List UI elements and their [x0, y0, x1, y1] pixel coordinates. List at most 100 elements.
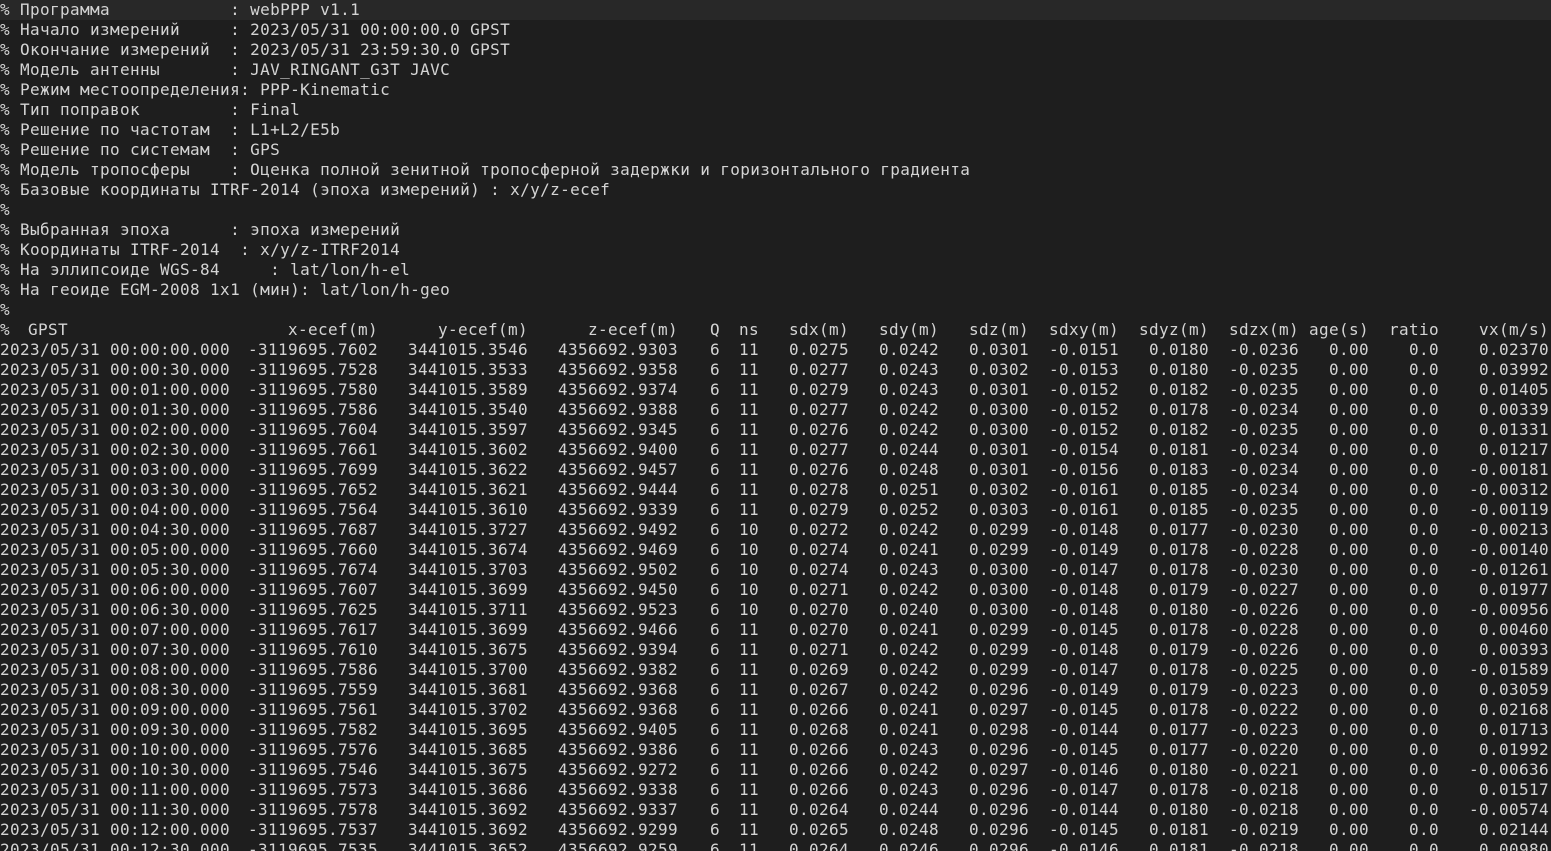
table-cell: 0.0: [1408, 640, 1439, 659]
table-cell: 0.00980: [1478, 840, 1549, 851]
table-cell: 0.0: [1408, 500, 1439, 519]
table-cell: -3119695.7559: [247, 680, 378, 699]
table-cell: -0.0148: [1048, 640, 1119, 659]
table-cell: -0.0227: [1228, 580, 1299, 599]
table-cell: -0.0152: [1048, 400, 1119, 419]
table-cell: 2023/05/31 00:11:00.000: [0, 780, 231, 799]
table-cell: -0.0235: [1228, 420, 1299, 439]
table-cell: 6: [709, 760, 720, 779]
table-cell: 6: [709, 540, 720, 559]
table-cell: 11: [738, 440, 759, 459]
table-cell: 3441015.3675: [407, 760, 528, 779]
table-cell: 0.00: [1328, 640, 1369, 659]
table-cell: -0.0230: [1228, 560, 1299, 579]
table-cell: 11: [738, 820, 759, 839]
column-header: sdy(m): [878, 320, 939, 339]
header-line: %: [0, 300, 11, 319]
table-row: 2023/05/31 00:07:30.000 -3119695.7610 3441…: [0, 640, 1551, 660]
table-cell: -3119695.7576: [247, 740, 378, 759]
header-line: % Решение по системам : GPS: [0, 140, 281, 159]
column-header: Q: [709, 320, 720, 339]
table-cell: -0.0145: [1048, 620, 1119, 639]
header-line: % Выбранная эпоха : эпоха измерений: [0, 220, 401, 239]
table-cell: 0.00: [1328, 540, 1369, 559]
table-cell: 6: [709, 380, 720, 399]
table-cell: 0.0: [1408, 760, 1439, 779]
header-line: % Модель тропосферы : Оценка полной зени…: [0, 160, 971, 179]
table-cell: 2023/05/31 00:04:00.000: [0, 500, 231, 519]
table-cell: -0.0218: [1228, 840, 1299, 851]
table-cell: 4356692.9337: [557, 800, 678, 819]
table-cell: 0.0185: [1148, 500, 1209, 519]
table-cell: 0.0241: [878, 720, 939, 739]
table-cell: 0.0: [1408, 780, 1439, 799]
column-header: sdx(m): [788, 320, 849, 339]
table-cell: -3119695.7564: [247, 500, 378, 519]
table-cell: 0.00393: [1478, 640, 1549, 659]
table-cell: -3119695.7687: [247, 520, 378, 539]
table-cell: 6: [709, 420, 720, 439]
header-line: % Базовые координаты ITRF-2014 (эпоха из…: [0, 180, 611, 199]
table-cell: 4356692.9338: [557, 780, 678, 799]
table-cell: 3441015.3695: [407, 720, 528, 739]
table-cell: -0.0144: [1048, 800, 1119, 819]
table-cell: 11: [738, 400, 759, 419]
table-cell: 0.0: [1408, 820, 1439, 839]
table-cell: -0.0225: [1228, 660, 1299, 679]
table-cell: 0.0296: [968, 740, 1029, 759]
table-cell: 0.0266: [788, 740, 849, 759]
column-header: sdyz(m): [1138, 320, 1209, 339]
table-cell: 6: [709, 480, 720, 499]
table-cell: 0.03059: [1478, 680, 1549, 699]
table-row: 2023/05/31 00:04:00.000 -3119695.7564 3441…: [0, 500, 1551, 520]
table-cell: 0.0181: [1148, 820, 1209, 839]
table-cell: 0.0268: [788, 720, 849, 739]
table-cell: 0.00: [1328, 740, 1369, 759]
table-cell: 0.0277: [788, 360, 849, 379]
table-cell: -0.01261: [1468, 560, 1549, 579]
header-line: % Модель антенны : JAV_RINGANT_G3T JAVC: [0, 60, 451, 79]
table-cell: -3119695.7561: [247, 700, 378, 719]
table-row: 2023/05/31 00:08:30.000 -3119695.7559 3441…: [0, 680, 1551, 700]
table-cell: 11: [738, 420, 759, 439]
table-cell: 4356692.9523: [557, 600, 678, 619]
table-cell: 0.0: [1408, 740, 1439, 759]
table-cell: 0.0301: [968, 440, 1029, 459]
table-cell: 4356692.9259: [557, 840, 678, 851]
table-cell: -0.0234: [1228, 400, 1299, 419]
table-cell: 0.0180: [1148, 600, 1209, 619]
table-cell: 2023/05/31 00:01:30.000: [0, 400, 231, 419]
table-cell: 0.0301: [968, 460, 1029, 479]
table-cell: 0.00: [1328, 840, 1369, 851]
table-row: 2023/05/31 00:05:30.000 -3119695.7674 3441…: [0, 560, 1551, 580]
table-cell: 0.0181: [1148, 440, 1209, 459]
table-cell: -3119695.7699: [247, 460, 378, 479]
table-cell: 0.0296: [968, 800, 1029, 819]
table-cell: 0.0178: [1148, 400, 1209, 419]
table-cell: 0.00: [1328, 720, 1369, 739]
table-cell: 0.00: [1328, 460, 1369, 479]
table-cell: 0.00: [1328, 700, 1369, 719]
table-cell: 0.0274: [788, 560, 849, 579]
table-row: 2023/05/31 00:06:00.000 -3119695.7607 3441…: [0, 580, 1551, 600]
table-cell: -3119695.7578: [247, 800, 378, 819]
table-cell: 6: [709, 800, 720, 819]
table-cell: 11: [738, 640, 759, 659]
column-header: vx(m/s): [1478, 320, 1549, 339]
table-cell: 2023/05/31 00:00:00.000: [0, 340, 231, 359]
table-cell: -3119695.7674: [247, 560, 378, 579]
table-cell: 0.0277: [788, 400, 849, 419]
text-viewer[interactable]: % Программа : webPPP v1.1% Начало измере…: [0, 0, 1551, 851]
table-row: 2023/05/31 00:01:30.000 -3119695.7586 3441…: [0, 400, 1551, 420]
table-cell: 0.0182: [1148, 420, 1209, 439]
table-cell: 4356692.9303: [557, 340, 678, 359]
table-cell: 0.0266: [788, 760, 849, 779]
table-cell: 4356692.9374: [557, 380, 678, 399]
table-cell: 0.01217: [1478, 440, 1549, 459]
table-cell: -0.00636: [1468, 760, 1549, 779]
table-cell: -0.0161: [1048, 500, 1119, 519]
table-cell: -0.0149: [1048, 540, 1119, 559]
table-cell: 0.0241: [878, 540, 939, 559]
table-cell: 4356692.9457: [557, 460, 678, 479]
header-line: % Координаты ITRF-2014 : x/y/z-ITRF2014: [0, 240, 401, 259]
